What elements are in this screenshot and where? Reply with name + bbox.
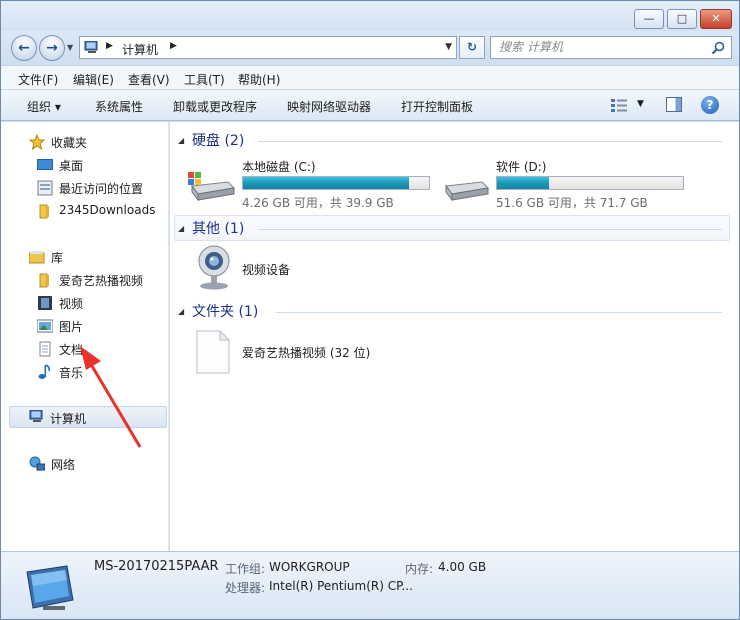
star-icon <box>29 134 45 150</box>
memory-value: 4.00 GB <box>438 560 487 574</box>
group-divider <box>258 229 722 230</box>
drive-d-name: 软件 (D:) <box>496 160 547 174</box>
uninstall-program-button[interactable]: 卸载或更改程序 <box>173 98 257 115</box>
group-divider <box>258 141 722 142</box>
menu-edit[interactable]: 编辑(E) <box>73 71 114 88</box>
system-properties-button[interactable]: 系统属性 <box>95 98 143 115</box>
navigation-pane: 收藏夹 桌面 最近访问的位置 2345Downloads 库 爱奇艺热播视频 视… <box>1 122 169 551</box>
drive-c-usage-bar <box>242 176 430 190</box>
change-view-icon[interactable] <box>611 98 627 112</box>
open-control-panel-button[interactable]: 打开控制面板 <box>401 98 473 115</box>
video-library-icon <box>38 296 52 310</box>
drive-c-name: 本地磁盘 (C:) <box>242 160 316 174</box>
forward-arrow-icon[interactable]: → <box>39 35 65 61</box>
nav-computer[interactable]: 计算机 <box>9 406 167 428</box>
collapse-triangle-icon[interactable]: ◢ <box>178 136 184 145</box>
breadcrumb-separator-icon[interactable]: ▶ <box>106 41 113 51</box>
search-icon[interactable] <box>711 41 725 55</box>
map-network-drive-button[interactable]: 映射网络驱动器 <box>287 98 371 115</box>
drive-c[interactable]: 本地磁盘 (C:) 4.26 GB 可用，共 39.9 GB <box>188 158 438 212</box>
back-arrow-icon[interactable]: ← <box>11 35 37 61</box>
computer-icon <box>26 565 74 610</box>
group-header-drives[interactable]: ◢ 硬盘 (2) <box>178 130 730 152</box>
folder-icon <box>39 273 49 288</box>
memory-label: 内存: <box>405 562 434 576</box>
command-bar: 组织 ▾ 系统属性 卸载或更改程序 映射网络驱动器 打开控制面板 ▼ ? <box>1 89 739 121</box>
drive-d-usage-fill <box>497 177 550 189</box>
hard-drive-windows-icon <box>188 172 236 202</box>
menu-view[interactable]: 查看(V) <box>128 71 170 88</box>
drive-d[interactable]: 软件 (D:) 51.6 GB 可用，共 71.7 GB <box>442 158 692 212</box>
group-divider <box>276 312 722 313</box>
drive-d-free-space: 51.6 GB 可用，共 71.7 GB <box>496 196 648 210</box>
webcam-icon <box>198 245 230 290</box>
hard-drive-icon <box>445 181 490 202</box>
title-bar: — □ ✕ <box>1 1 739 31</box>
menu-tools[interactable]: 工具(T) <box>184 71 225 88</box>
video-device-item[interactable]: 视频设备 <box>194 242 394 290</box>
help-icon[interactable]: ? <box>701 96 719 114</box>
cpu-label: 处理器: <box>225 581 266 595</box>
search-input[interactable] <box>499 40 709 54</box>
workgroup-value: WORKGROUP <box>269 560 350 574</box>
maximize-button[interactable]: □ <box>667 9 697 29</box>
recent-places-icon <box>37 180 53 196</box>
pc-name: MS-20170215PAAR <box>94 559 219 574</box>
iqiyi-folder-item[interactable]: 爱奇艺热播视频 (32 位) <box>196 328 456 376</box>
collapse-triangle-icon[interactable]: ◢ <box>178 307 184 316</box>
library-icon <box>29 251 45 264</box>
refresh-icon[interactable]: ↻ <box>459 36 485 59</box>
menu-bar: 文件(F) 编辑(E) 查看(V) 工具(T) 帮助(H) <box>1 65 739 89</box>
details-pane: MS-20170215PAAR 工作组: WORKGROUP 内存: 4.00 … <box>1 551 739 619</box>
drive-d-usage-bar <box>496 176 684 190</box>
address-bar[interactable]: ▶ 计算机 ▶ ▼ <box>79 36 457 59</box>
collapse-triangle-icon[interactable]: ◢ <box>178 224 184 233</box>
drive-c-usage-fill <box>243 177 410 189</box>
computer-icon <box>29 410 43 422</box>
search-box[interactable] <box>490 36 732 59</box>
folder-icon <box>39 204 49 219</box>
recent-pages-dropdown-icon[interactable]: ▼ <box>67 43 73 52</box>
close-button[interactable]: ✕ <box>700 9 732 29</box>
pictures-library-icon <box>37 319 53 333</box>
nav-computer-label: 计算机 <box>50 412 87 426</box>
desktop-icon <box>37 159 53 170</box>
network-icon <box>29 456 45 471</box>
group-header-folders[interactable]: ◢ 文件夹 (1) <box>178 301 730 323</box>
group-header-other[interactable]: ◢ 其他 (1) <box>178 218 730 240</box>
blank-file-icon <box>196 330 230 374</box>
navigation-row: ← → ▼ ▶ 计算机 ▶ ▼ ↻ <box>1 31 739 65</box>
computer-icon <box>84 41 98 53</box>
preview-pane-icon[interactable] <box>666 97 682 112</box>
organize-button[interactable]: 组织 ▾ <box>27 98 61 115</box>
documents-library-icon <box>39 341 51 357</box>
minimize-button[interactable]: — <box>634 9 664 29</box>
content-pane: ◢ 硬盘 (2) 本地磁盘 (C:) 4.26 GB 可用，共 39.9 GB <box>170 122 739 551</box>
breadcrumb-computer[interactable]: 计算机 <box>122 41 158 58</box>
menu-help[interactable]: 帮助(H) <box>238 71 280 88</box>
explorer-window: — □ ✕ ← → ▼ ▶ 计算机 ▶ ▼ ↻ 文件(F <box>0 0 740 620</box>
cpu-value: Intel(R) Pentium(R) CP... <box>269 579 413 593</box>
view-options-dropdown-icon[interactable]: ▼ <box>637 99 644 109</box>
workgroup-label: 工作组: <box>225 562 266 576</box>
music-library-icon <box>38 364 50 379</box>
menu-file[interactable]: 文件(F) <box>18 71 58 88</box>
drive-c-free-space: 4.26 GB 可用，共 39.9 GB <box>242 196 394 210</box>
breadcrumb-separator-icon[interactable]: ▶ <box>170 41 177 51</box>
address-history-dropdown-icon[interactable]: ▼ <box>445 42 452 52</box>
